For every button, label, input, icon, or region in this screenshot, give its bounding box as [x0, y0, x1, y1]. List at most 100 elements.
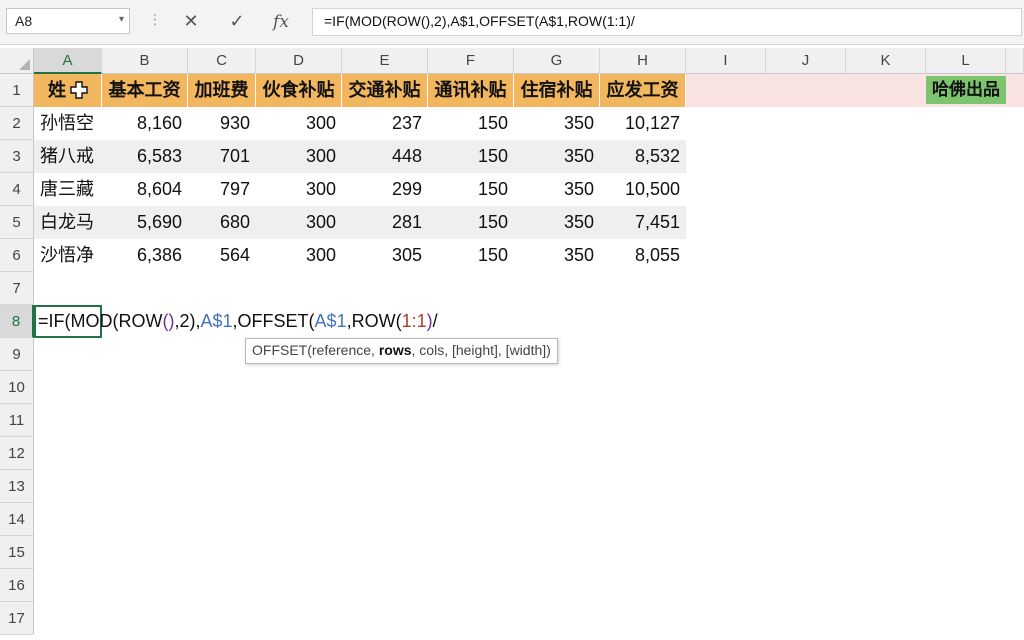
row-header-4[interactable]: 4 — [0, 173, 34, 206]
row-header-11[interactable]: 11 — [0, 404, 34, 437]
cell-g6[interactable]: 350 — [514, 239, 600, 272]
cell-h6[interactable]: 8,055 — [600, 239, 686, 272]
column-header-c[interactable]: C — [188, 48, 256, 74]
cell-d4[interactable]: 300 — [256, 173, 342, 206]
cell-d5[interactable]: 300 — [256, 206, 342, 239]
cell-b3[interactable]: 6,583 — [102, 140, 188, 173]
formula-token: ,2), — [174, 311, 201, 331]
cell-d3[interactable]: 300 — [256, 140, 342, 173]
cell-a4[interactable]: 唐三藏 — [34, 173, 102, 206]
cell-e3[interactable]: 448 — [342, 140, 428, 173]
header-cell-d[interactable]: 伙食补贴 — [256, 74, 342, 107]
header-cell-h[interactable]: 应发工资 — [600, 74, 686, 107]
cell-c5[interactable]: 680 — [188, 206, 256, 239]
column-header-e[interactable]: E — [342, 48, 428, 74]
function-tooltip[interactable]: OFFSET(reference, rows, cols, [height], … — [245, 338, 558, 364]
cell-f5[interactable]: 150 — [428, 206, 514, 239]
cancel-button[interactable]: ✕ — [176, 8, 206, 36]
cell-a6[interactable]: 沙悟净 — [34, 239, 102, 272]
row-header-15[interactable]: 15 — [0, 536, 34, 569]
cell-c3[interactable]: 701 — [188, 140, 256, 173]
row-header-6[interactable]: 6 — [0, 239, 34, 272]
cell-a2[interactable]: 孙悟空 — [34, 107, 102, 140]
cell-g2[interactable]: 350 — [514, 107, 600, 140]
column-header-a[interactable]: A — [34, 48, 102, 74]
row-header-3[interactable]: 3 — [0, 140, 34, 173]
name-box-dropdown-icon[interactable]: ▾ — [119, 14, 124, 25]
tooltip-arg-rows[interactable]: rows — [379, 342, 412, 358]
select-all-triangle-icon — [19, 59, 30, 70]
header-cell-g[interactable]: 住宿补贴 — [514, 74, 600, 107]
column-header-b[interactable]: B — [102, 48, 188, 74]
row-header-8[interactable]: 8 — [0, 305, 34, 338]
row-header-17[interactable]: 17 — [0, 602, 34, 635]
column-header-d[interactable]: D — [256, 48, 342, 74]
tooltip-rest: , cols, [height], [width]) — [411, 342, 551, 358]
header-cell-c[interactable]: 加班费 — [188, 74, 256, 107]
column-header-f[interactable]: F — [428, 48, 514, 74]
header-cell-e[interactable]: 交通补贴 — [342, 74, 428, 107]
column-header-k[interactable]: K — [846, 48, 926, 74]
cell-edit-formula[interactable]: =IF(MOD(ROW(),2),A$1,OFFSET(A$1,ROW(1:1)… — [38, 305, 438, 338]
cell-h2[interactable]: 10,127 — [600, 107, 686, 140]
cell-g3[interactable]: 350 — [514, 140, 600, 173]
row-header-16[interactable]: 16 — [0, 569, 34, 602]
cell-b5[interactable]: 5,690 — [102, 206, 188, 239]
move-cursor-icon — [70, 81, 88, 99]
drag-handle-icon[interactable]: ⋮ — [148, 12, 162, 28]
row-header-1[interactable]: 1 — [0, 74, 34, 107]
cell-b2[interactable]: 8,160 — [102, 107, 188, 140]
row-header-2[interactable]: 2 — [0, 107, 34, 140]
formula-token: 1:1 — [401, 311, 427, 331]
cell-f6[interactable]: 150 — [428, 239, 514, 272]
cell-c6[interactable]: 564 — [188, 239, 256, 272]
cell-d2[interactable]: 300 — [256, 107, 342, 140]
cell-a3[interactable]: 猪八戒 — [34, 140, 102, 173]
cell-h3[interactable]: 8,532 — [600, 140, 686, 173]
select-all-button[interactable] — [0, 48, 34, 74]
formula-token: A$1 — [200, 311, 233, 331]
cell-f4[interactable]: 150 — [428, 173, 514, 206]
name-box[interactable]: A8 ▾ — [6, 8, 130, 34]
row-header-7[interactable]: 7 — [0, 272, 34, 305]
cell-e6[interactable]: 305 — [342, 239, 428, 272]
header-cell-f[interactable]: 通讯补贴 — [428, 74, 514, 107]
cell-e2[interactable]: 237 — [342, 107, 428, 140]
insert-function-button[interactable]: fx — [266, 8, 296, 36]
row-header-10[interactable]: 10 — [0, 371, 34, 404]
cell-f3[interactable]: 150 — [428, 140, 514, 173]
cell-b6[interactable]: 6,386 — [102, 239, 188, 272]
column-header-l[interactable]: L — [926, 48, 1006, 74]
row-header-5[interactable]: 5 — [0, 206, 34, 239]
column-header-filler — [1006, 48, 1024, 74]
cell-h5[interactable]: 7,451 — [600, 206, 686, 239]
cell-c2[interactable]: 930 — [188, 107, 256, 140]
row-header-13[interactable]: 13 — [0, 470, 34, 503]
tooltip-func: OFFSET( — [252, 342, 312, 358]
row-header-12[interactable]: 12 — [0, 437, 34, 470]
column-header-j[interactable]: J — [766, 48, 846, 74]
cell-g4[interactable]: 350 — [514, 173, 600, 206]
tooltip-arg-reference[interactable]: reference — [312, 342, 371, 358]
header-cell-a[interactable]: 姓 — [34, 74, 102, 107]
row-header-14[interactable]: 14 — [0, 503, 34, 536]
formula-input[interactable]: =IF(MOD(ROW(),2),A$1,OFFSET(A$1,ROW(1:1)… — [312, 8, 1022, 36]
cell-c4[interactable]: 797 — [188, 173, 256, 206]
column-header-i[interactable]: I — [686, 48, 766, 74]
cell-e4[interactable]: 299 — [342, 173, 428, 206]
header-cell-b[interactable]: 基本工资 — [102, 74, 188, 107]
cell-e5[interactable]: 281 — [342, 206, 428, 239]
column-header-h[interactable]: H — [600, 48, 686, 74]
row-header-9[interactable]: 9 — [0, 338, 34, 371]
tooltip-sep: , — [371, 342, 379, 358]
cell-h4[interactable]: 10,500 — [600, 173, 686, 206]
formula-token: ,ROW( — [346, 311, 402, 331]
cell-d6[interactable]: 300 — [256, 239, 342, 272]
cell-f2[interactable]: 150 — [428, 107, 514, 140]
column-header-g[interactable]: G — [514, 48, 600, 74]
cell-g5[interactable]: 350 — [514, 206, 600, 239]
enter-button[interactable]: ✓ — [222, 8, 252, 36]
cell-a5[interactable]: 白龙马 — [34, 206, 102, 239]
formula-text: =IF(MOD(ROW(),2),A$1,OFFSET(A$1,ROW(1:1)… — [324, 13, 635, 29]
cell-b4[interactable]: 8,604 — [102, 173, 188, 206]
